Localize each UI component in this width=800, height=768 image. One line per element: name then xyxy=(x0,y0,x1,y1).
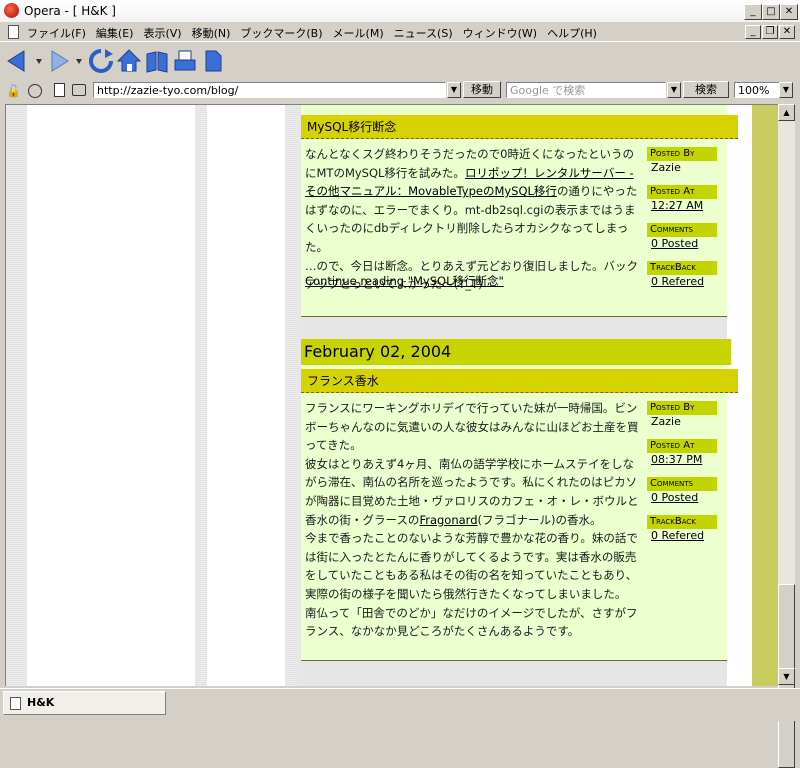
posted-by-value: Zazie xyxy=(651,161,681,174)
go-button[interactable]: 移動 xyxy=(463,81,501,98)
scroll-down-arrow[interactable]: ▼ xyxy=(778,668,795,685)
posted-by-label: Posted By xyxy=(647,401,717,415)
security-lock-icon[interactable]: 🔓 xyxy=(6,84,21,98)
menu-item-6[interactable]: ニュース(S) xyxy=(389,22,458,41)
body-text-segment: 南仏って「田舎でのどか」なだけのイメージでしたが、さすがフランス、なかなか見どこ… xyxy=(305,605,638,639)
posted-by-label: Posted By xyxy=(647,147,717,161)
gutter-1 xyxy=(195,105,207,686)
wand-icon[interactable] xyxy=(28,84,42,98)
page-viewport[interactable]: MySQL移行断念 なんとなくスグ終わりそうだったので0時近くになったというのに… xyxy=(5,104,779,686)
entry-1-divider xyxy=(301,316,727,317)
entry-2: February 02, 2004 フランス香水 フランスにワーキングホリデイで… xyxy=(301,339,738,661)
comments-label: Comments xyxy=(647,223,717,237)
entry-2-meta: Posted By Zazie Posted At 08:37 PM Comme… xyxy=(647,401,717,553)
document-icon xyxy=(8,25,19,39)
body-text-segment: (フラゴナール)の香水。 xyxy=(477,512,602,527)
close-button[interactable]: ✕ xyxy=(780,4,798,20)
continue-reading-link[interactable]: Continue reading "MySQL移行断念" xyxy=(305,274,504,288)
date-header: February 02, 2004 xyxy=(301,339,731,365)
right-green-bar xyxy=(752,105,779,686)
comments-link[interactable]: 0 Posted xyxy=(647,491,717,515)
print-icon[interactable] xyxy=(172,48,198,74)
doc-close-button[interactable]: ✕ xyxy=(779,25,795,39)
menu-items: ファイル(F) 編集(E) 表示(V) 移動(N) ブックマーク(B) メール(M) ニュー… xyxy=(22,22,602,41)
opera-logo-icon xyxy=(4,3,19,18)
trackback-link[interactable]: 0 Refered xyxy=(647,529,717,553)
address-bar: 🔓 http://zazie-tyo.com/blog/ ▼ 移動 Google… xyxy=(0,80,800,102)
posted-by-value: Zazie xyxy=(651,415,681,428)
menu-item-5[interactable]: メール(M) xyxy=(328,22,389,41)
menu-item-1[interactable]: 編集(E) xyxy=(91,22,139,41)
status-bar: H&K xyxy=(0,688,800,721)
minimize-button[interactable]: _ xyxy=(744,4,762,20)
home-icon[interactable] xyxy=(116,48,142,74)
bookmarks-icon[interactable] xyxy=(144,48,170,74)
scroll-up-arrow[interactable]: ▲ xyxy=(778,104,795,121)
doc-minimize-button[interactable]: _ xyxy=(745,25,761,39)
page-tab[interactable]: H&K xyxy=(3,691,166,715)
left-margin xyxy=(6,105,27,686)
trackback-link[interactable]: 0 Refered xyxy=(647,275,717,299)
entry-2-divider xyxy=(301,660,727,661)
left-sidebar xyxy=(27,105,195,686)
vertical-scrollbar[interactable]: ▲ ▼ xyxy=(778,104,795,768)
posted-at-label: Posted At xyxy=(647,439,717,453)
mid-column xyxy=(207,105,285,686)
menu-item-2[interactable]: 表示(V) xyxy=(138,22,186,41)
page-icon[interactable] xyxy=(200,48,226,74)
tab-page-icon xyxy=(10,697,21,710)
reload-icon[interactable] xyxy=(88,48,114,74)
search-button[interactable]: 検索 xyxy=(683,81,729,98)
doc-restore-button[interactable]: ❐ xyxy=(762,25,778,39)
zoom-dropdown-arrow[interactable]: ▼ xyxy=(779,82,793,98)
posted-at-link[interactable]: 12:27 AM xyxy=(647,199,717,223)
menu-item-0[interactable]: ファイル(F) xyxy=(22,22,91,41)
entry-1: MySQL移行断念 なんとなくスグ終わりそうだったので0時近くになったというのに… xyxy=(301,105,738,317)
entry-2-title[interactable]: フランス香水 xyxy=(301,369,738,393)
inline-link[interactable]: Fragonard xyxy=(419,513,477,527)
page-info-icon[interactable] xyxy=(54,83,65,97)
comments-label: Comments xyxy=(647,477,717,491)
title-bar: Opera - [ H&K ] _ □ ✕ xyxy=(0,0,800,23)
zoom-field[interactable]: 100% xyxy=(734,82,780,98)
search-engine-dropdown[interactable]: ▼ xyxy=(667,82,681,98)
tab-title: H&K xyxy=(27,696,55,709)
window-title: Opera - [ H&K ] xyxy=(24,4,116,18)
menu-item-8[interactable]: ヘルプ(H) xyxy=(542,22,602,41)
maximize-button[interactable]: □ xyxy=(762,4,780,20)
posted-at-label: Posted At xyxy=(647,185,717,199)
menu-item-4[interactable]: ブックマーク(B) xyxy=(235,22,327,41)
trackback-label: TrackBack xyxy=(647,515,717,529)
trackback-label: TrackBack xyxy=(647,261,717,275)
print-preview-icon[interactable] xyxy=(72,84,86,96)
comments-link[interactable]: 0 Posted xyxy=(647,237,717,261)
body-text-segment: フランスにワーキングホリデイで行っていた妹が一時帰国。ビンボーちゃんなのに気遣い… xyxy=(305,401,639,453)
forward-icon[interactable] xyxy=(48,48,88,74)
menu-bar: ファイル(F) 編集(E) 表示(V) 移動(N) ブックマーク(B) メール(M) ニュー… xyxy=(0,22,800,41)
posted-at-link[interactable]: 08:37 PM xyxy=(647,453,717,477)
body-text-segment: 今まで香ったことのないような芳醇で豊かな花の香り。妹の話では街に入ったとたんに香… xyxy=(305,531,638,601)
right-gap xyxy=(727,105,752,686)
entry-2-body: フランスにワーキングホリデイで行っていた妹が一時帰国。ビンボーちゃんなのに気遣い… xyxy=(305,399,639,641)
navigation-toolbar xyxy=(0,41,800,81)
gutter-2 xyxy=(285,105,301,686)
menu-item-7[interactable]: ウィンドウ(W) xyxy=(458,22,542,41)
url-dropdown-arrow[interactable]: ▼ xyxy=(447,82,461,98)
search-input[interactable]: Google で検索 xyxy=(506,82,666,98)
entry-1-meta: Posted By Zazie Posted At 12:27 AM Comme… xyxy=(647,147,717,299)
menu-item-3[interactable]: 移動(N) xyxy=(187,22,236,41)
entry-1-title[interactable]: MySQL移行断念 xyxy=(301,115,738,139)
back-icon[interactable] xyxy=(6,48,46,74)
url-input[interactable]: http://zazie-tyo.com/blog/ xyxy=(93,82,446,98)
